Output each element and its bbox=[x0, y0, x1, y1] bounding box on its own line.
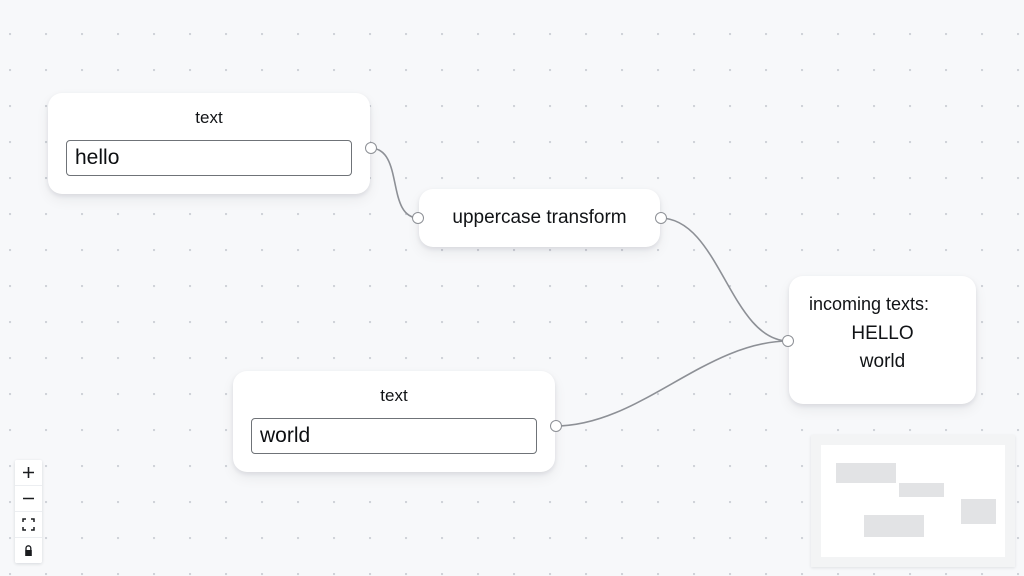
minimap-node bbox=[961, 499, 996, 524]
minus-icon bbox=[22, 492, 35, 505]
node-label: uppercase transform bbox=[452, 207, 627, 228]
fit-view-icon bbox=[22, 518, 35, 531]
output-value-2: world bbox=[859, 350, 906, 372]
edge-text-hello-to-uppercase bbox=[369, 147, 420, 219]
source-handle[interactable] bbox=[550, 420, 562, 432]
text-input-hello[interactable] bbox=[66, 140, 352, 177]
lock-icon bbox=[22, 544, 35, 558]
source-handle[interactable] bbox=[365, 142, 377, 154]
zoom-out-button[interactable] bbox=[15, 486, 42, 512]
plus-icon bbox=[22, 466, 35, 479]
edge-uppercase-to-incoming bbox=[659, 217, 790, 342]
canvas-controls[interactable] bbox=[15, 460, 42, 563]
flow-canvas[interactable]: text uppercase transform text incoming t… bbox=[0, 0, 1024, 576]
lock-button[interactable] bbox=[15, 538, 42, 563]
minimap-node bbox=[899, 483, 944, 497]
minimap[interactable] bbox=[811, 435, 1015, 567]
output-label: incoming texts: bbox=[809, 294, 930, 314]
output-value-1: HELLO bbox=[851, 323, 914, 345]
node-uppercase-transform[interactable]: uppercase transform bbox=[412, 189, 667, 247]
node-title: text bbox=[380, 386, 408, 405]
minimap-node bbox=[864, 515, 924, 537]
node-incoming-texts[interactable]: incoming texts: HELLO world bbox=[782, 276, 976, 404]
node-text-world[interactable]: text bbox=[233, 371, 562, 473]
target-handle[interactable] bbox=[412, 212, 424, 224]
target-handle[interactable] bbox=[782, 335, 794, 347]
node-title: text bbox=[195, 108, 223, 127]
minimap-node bbox=[836, 463, 896, 483]
minimap-viewport[interactable] bbox=[821, 445, 1005, 557]
source-handle[interactable] bbox=[655, 212, 667, 224]
zoom-in-button[interactable] bbox=[15, 460, 42, 486]
text-input-world[interactable] bbox=[251, 418, 537, 455]
edge-text-world-to-incoming bbox=[554, 340, 790, 427]
fit-view-button[interactable] bbox=[15, 512, 42, 538]
node-text-hello[interactable]: text bbox=[48, 93, 377, 195]
